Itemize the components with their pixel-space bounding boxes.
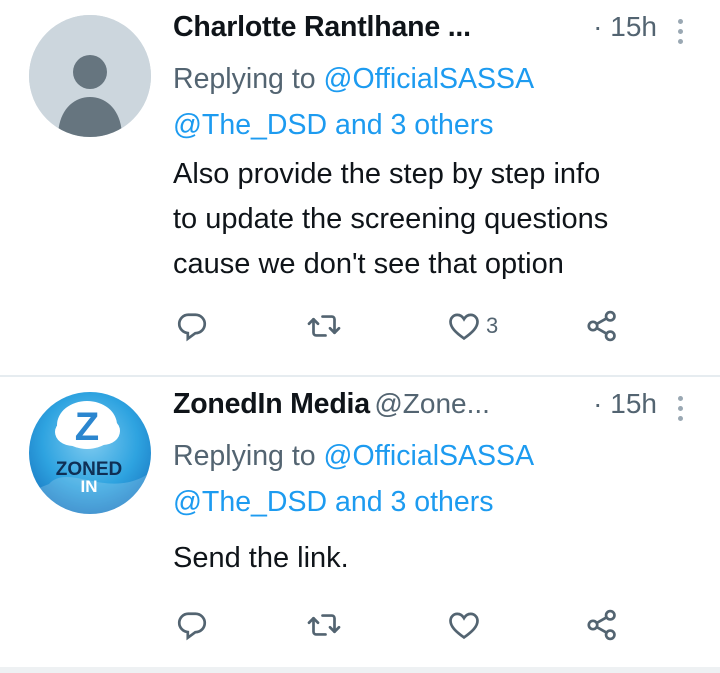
- share-icon: [587, 609, 616, 641]
- tweet-text: Also provide the step by step info to up…: [173, 152, 703, 287]
- replying-to: Replying to @OfficialSASSA @The_DSD and …: [173, 56, 693, 148]
- tweet-text-line: Also provide the step by step info: [173, 158, 601, 190]
- others-link[interactable]: 3 others: [390, 486, 493, 518]
- reply-button[interactable]: [174, 306, 210, 346]
- tweet[interactable]: Charlotte Rantlhane ... · 15h Replying t…: [0, 0, 720, 375]
- share-icon: [587, 310, 616, 342]
- tweet-header: ZonedIn Media @Zone... · 15h: [173, 388, 693, 428]
- tweet-header: Charlotte Rantlhane ... · 15h: [173, 11, 693, 51]
- more-icon[interactable]: [673, 394, 687, 424]
- like-button[interactable]: 3: [446, 306, 498, 346]
- reply-button[interactable]: [174, 605, 210, 645]
- retweet-icon: [307, 614, 341, 636]
- avatar[interactable]: Z ZONED IN: [29, 392, 151, 514]
- logo-letter: Z: [75, 405, 99, 449]
- tweet-text-line: to update the screening questions: [173, 203, 609, 235]
- replying-to: Replying to @OfficialSASSA @The_DSD and …: [173, 433, 693, 525]
- reply-and: and: [335, 486, 383, 518]
- replying-prefix: Replying to: [173, 63, 316, 95]
- user-handle[interactable]: @Zone...: [374, 388, 490, 419]
- timestamp[interactable]: · 15h: [593, 388, 657, 420]
- divider: [0, 667, 720, 673]
- display-name[interactable]: Charlotte Rantlhane ...: [173, 11, 471, 43]
- avatar[interactable]: [29, 15, 151, 137]
- tweet-actions: 3: [174, 306, 634, 346]
- reply-and: and: [335, 109, 383, 141]
- display-name[interactable]: ZonedIn Media: [173, 388, 370, 420]
- reply-icon: [177, 612, 207, 641]
- zonedin-logo: Z ZONED IN: [29, 392, 151, 514]
- mention-link[interactable]: @The_DSD: [173, 486, 327, 518]
- tweet-text: Send the link.: [173, 536, 703, 581]
- tweet-actions: [174, 605, 634, 645]
- default-avatar-icon: [29, 15, 151, 137]
- retweet-icon: [307, 315, 341, 337]
- more-icon[interactable]: [673, 17, 687, 47]
- share-button[interactable]: [584, 306, 620, 346]
- tweet-text-line: cause we don't see that option: [173, 248, 564, 280]
- mention-link[interactable]: @OfficialSASSA: [324, 63, 535, 95]
- like-icon: [449, 612, 479, 640]
- like-icon: [449, 313, 479, 341]
- tweet-text-line: Send the link.: [173, 542, 349, 574]
- like-count: 3: [486, 313, 499, 338]
- retweet-button[interactable]: [306, 605, 342, 645]
- mention-link[interactable]: @OfficialSASSA: [324, 440, 535, 472]
- reply-icon: [177, 313, 207, 342]
- timestamp[interactable]: · 15h: [593, 11, 657, 43]
- replying-prefix: Replying to: [173, 440, 316, 472]
- like-button[interactable]: [446, 605, 486, 645]
- logo-text: IN: [81, 477, 98, 496]
- share-button[interactable]: [584, 605, 620, 645]
- mention-link[interactable]: @The_DSD: [173, 109, 327, 141]
- others-link[interactable]: 3 others: [390, 109, 493, 141]
- tweet[interactable]: Z ZONED IN ZonedIn Media @Zone... · 15h …: [0, 377, 720, 667]
- retweet-button[interactable]: [306, 306, 342, 346]
